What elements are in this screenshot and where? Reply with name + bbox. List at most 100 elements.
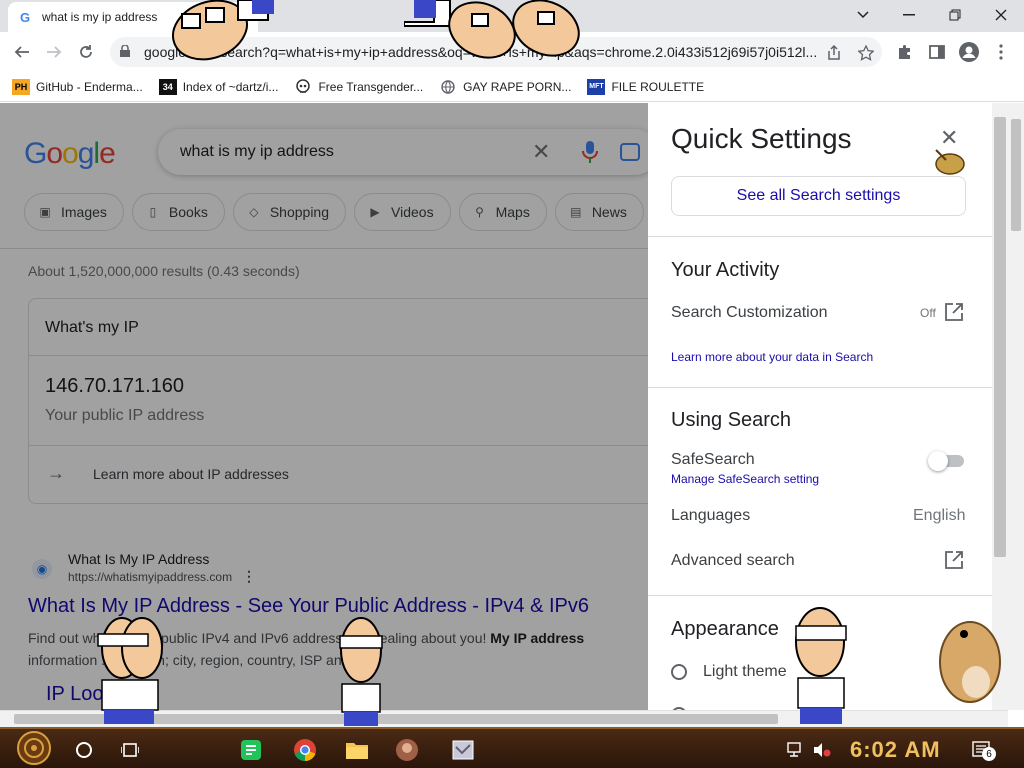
customization-state: Off: [920, 306, 936, 320]
chip-videos[interactable]: ▶ Videos: [354, 193, 451, 231]
search-customization-label[interactable]: Search Customization: [671, 304, 828, 322]
side-panel-icon[interactable]: [926, 41, 948, 63]
learn-data-link[interactable]: Learn more about your data in Search: [671, 350, 873, 364]
lens-camera-icon[interactable]: [620, 143, 640, 161]
languages-value[interactable]: English: [913, 507, 965, 525]
bookmark-item[interactable]: PH GitHub - Enderma...: [12, 78, 143, 95]
globe-icon: [439, 79, 457, 95]
minimize-button[interactable]: [886, 0, 932, 30]
ip-caption: Your public IP address: [45, 407, 205, 424]
using-search-heading: Using Search: [671, 409, 792, 431]
bookmark-star-icon[interactable]: [856, 43, 876, 63]
file-explorer-folder-icon[interactable]: [340, 735, 374, 765]
chip-maps[interactable]: ⚲ Maps: [458, 193, 547, 231]
see-all-settings-button[interactable]: See all Search settings: [671, 176, 966, 216]
network-icon[interactable]: [786, 735, 806, 765]
horizontal-scrollbar[interactable]: [0, 710, 1008, 727]
clear-search-icon[interactable]: ✕: [532, 139, 550, 165]
volume-muted-icon[interactable]: [812, 735, 832, 765]
reload-icon[interactable]: [72, 38, 100, 66]
panel-scrollbar[interactable]: [992, 103, 1008, 710]
learn-more-ip-link[interactable]: Learn more about IP addresses: [93, 466, 289, 482]
result-site-name[interactable]: What Is My IP Address: [68, 551, 209, 567]
chrome-icon[interactable]: [288, 735, 322, 765]
browser-tabstrip: G what is my ip address: [0, 0, 1024, 32]
close-window-button[interactable]: [978, 0, 1024, 30]
divider: [29, 355, 667, 356]
task-view-icon[interactable]: [116, 735, 144, 765]
globe-favicon-icon: ◉: [32, 559, 52, 579]
light-theme-radio[interactable]: [671, 664, 687, 680]
search-circle-icon[interactable]: [70, 735, 98, 765]
chip-news[interactable]: ▤ News: [554, 193, 644, 231]
arrow-right-icon: →: [47, 463, 65, 483]
open-external-icon[interactable]: [944, 302, 964, 322]
browser-toolbar: google.com/search?q=what+is+my+ip+addres…: [0, 32, 1024, 72]
app-notes-icon[interactable]: [234, 735, 268, 765]
google-favicon-icon: G: [20, 9, 31, 25]
result-snippet: Find out what is your public IPv4 and IP…: [28, 630, 585, 668]
lock-icon[interactable]: [120, 43, 136, 60]
play-icon: ▶: [370, 205, 380, 219]
notification-count-badge: 6: [982, 747, 996, 761]
bookmark-item[interactable]: 34 Index of ~dartz/i...: [158, 78, 278, 95]
quick-settings-title: Quick Settings: [671, 123, 852, 154]
forward-arrow-icon[interactable]: [40, 38, 68, 66]
chip-shopping[interactable]: ◇ Shopping: [232, 193, 347, 231]
next-result-heading[interactable]: IP Lookup: [46, 683, 136, 706]
address-url[interactable]: google.com/search?q=what+is+my+ip+addres…: [144, 44, 824, 60]
browser-menu-kebab-icon[interactable]: [990, 41, 1012, 63]
search-results-page: Google what is my ip address ✕ ▣ Images ▯…: [0, 103, 1008, 710]
result-menu-kebab-icon[interactable]: ⋮: [242, 568, 256, 585]
languages-label[interactable]: Languages: [671, 507, 750, 525]
divider: [29, 445, 667, 446]
extensions-puzzle-icon[interactable]: [894, 41, 916, 63]
bookmark-item[interactable]: Free Transgender...: [294, 78, 423, 95]
close-panel-icon[interactable]: ✕: [940, 125, 958, 151]
taskbar: 6:02 AM 6: [0, 727, 1024, 768]
app-window-icon[interactable]: [446, 735, 480, 765]
ph-badge-icon: PH: [12, 78, 30, 95]
profile-avatar-icon[interactable]: [958, 41, 980, 63]
app-avatar-icon[interactable]: [390, 735, 424, 765]
notifications-icon[interactable]: 6: [970, 735, 996, 765]
header-divider: [0, 248, 648, 249]
chip-images[interactable]: ▣ Images: [24, 193, 124, 231]
back-arrow-icon[interactable]: [8, 38, 36, 66]
search-filter-chips: ▣ Images ▯ Books ◇ Shopping ▶ Videos ⚲ Maps ▤…: [24, 193, 652, 231]
result-url[interactable]: https://whatismyipaddress.com: [68, 570, 232, 584]
ip-address-value: 146.70.171.160: [45, 375, 185, 397]
result-stats: About 1,520,000,000 results (0.43 second…: [28, 263, 300, 279]
safesearch-label: SafeSearch: [671, 451, 755, 468]
taskbar-clock[interactable]: 6:02 AM: [850, 737, 941, 763]
bookmarks-bar: PH GitHub - Enderma... 34 Index of ~dart…: [0, 72, 1024, 102]
light-theme-label[interactable]: Light theme: [703, 663, 787, 681]
start-button-icon[interactable]: [12, 731, 56, 765]
safesearch-toggle[interactable]: [928, 451, 966, 471]
search-input[interactable]: what is my ip address: [180, 143, 334, 161]
voice-search-mic-icon[interactable]: [582, 141, 598, 163]
desktop-screen: G what is my ip address google.com/searc…: [0, 0, 1024, 768]
book-icon: ▯: [149, 205, 157, 219]
tab-search-chevron-down-icon[interactable]: [840, 0, 886, 30]
chip-books[interactable]: ▯ Books: [131, 193, 225, 231]
bookmark-item[interactable]: MFT FILE ROULETTE: [587, 78, 704, 95]
open-external-icon[interactable]: [944, 550, 964, 570]
newspaper-icon: ▤: [570, 205, 582, 219]
google-logo[interactable]: Google: [24, 137, 116, 171]
skull-favicon-icon: [294, 78, 312, 95]
result-title-link[interactable]: What Is My IP Address - See Your Public …: [28, 595, 589, 618]
divider: [648, 236, 992, 237]
bookmark-item[interactable]: GAY RAPE PORN...: [439, 79, 571, 95]
browser-tab[interactable]: G what is my ip address: [8, 2, 258, 32]
page-scrollbar[interactable]: [1008, 103, 1024, 710]
divider: [648, 595, 992, 596]
advanced-search-label[interactable]: Advanced search: [671, 552, 795, 570]
restore-button[interactable]: [932, 0, 978, 30]
search-box[interactable]: what is my ip address ✕: [158, 129, 658, 175]
address-bar[interactable]: google.com/search?q=what+is+my+ip+addres…: [110, 37, 882, 67]
share-icon[interactable]: [824, 43, 844, 63]
file-roulette-badge-icon: MFT: [587, 78, 606, 95]
tag-icon: ◇: [249, 205, 259, 219]
manage-safesearch-link[interactable]: Manage SafeSearch setting: [671, 472, 819, 486]
